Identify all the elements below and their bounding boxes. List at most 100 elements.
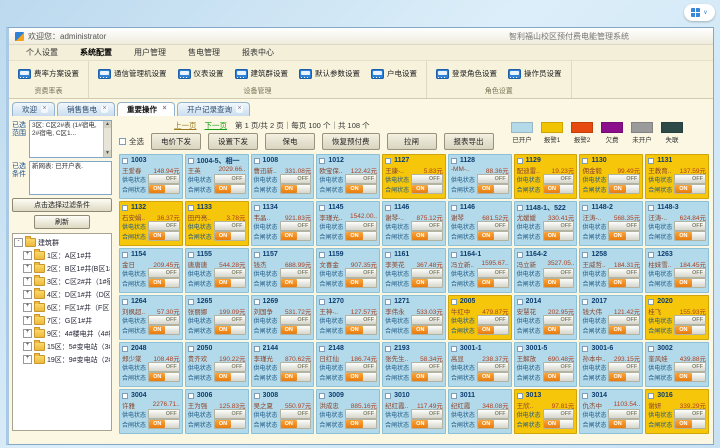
card-checkbox[interactable] <box>188 158 194 164</box>
tree-item[interactable]: +15区：5#变电站（3#变 <box>23 340 110 353</box>
switch-status-toggle[interactable]: ON <box>280 231 312 241</box>
switch-status-toggle[interactable]: ON <box>411 278 443 288</box>
card-checkbox[interactable] <box>451 393 457 399</box>
card-checkbox[interactable] <box>254 205 260 211</box>
card-checkbox[interactable] <box>188 252 194 258</box>
ribbon-button[interactable]: 户电设置 <box>371 68 417 79</box>
card-checkbox[interactable] <box>517 299 523 305</box>
menu-item[interactable]: 售电管理 <box>177 46 231 59</box>
supply-status-toggle[interactable]: OFF <box>543 362 575 372</box>
close-icon[interactable]: × <box>41 106 48 113</box>
tree-item[interactable]: +3区：C区2#井（1#宿 <box>23 275 110 288</box>
switch-status-toggle[interactable]: ON <box>280 325 312 335</box>
action-button[interactable]: 保电 <box>265 133 315 150</box>
supply-status-toggle[interactable]: OFF <box>280 221 312 231</box>
document-tab[interactable]: 欢迎× <box>12 102 55 116</box>
switch-status-toggle[interactable]: ON <box>477 231 509 241</box>
switch-status-toggle[interactable]: ON <box>477 325 509 335</box>
card-checkbox[interactable] <box>122 299 128 305</box>
expand-icon[interactable]: - <box>14 238 23 247</box>
card-checkbox[interactable] <box>517 252 523 258</box>
switch-status-toggle[interactable]: ON <box>674 325 706 335</box>
switch-status-toggle[interactable]: ON <box>674 372 706 382</box>
supply-status-toggle[interactable]: OFF <box>280 409 312 419</box>
switch-status-toggle[interactable]: ON <box>608 231 640 241</box>
card-checkbox[interactable] <box>188 393 194 399</box>
card-checkbox[interactable] <box>254 299 260 305</box>
supply-status-toggle[interactable]: OFF <box>477 174 509 184</box>
switch-status-toggle[interactable]: ON <box>411 325 443 335</box>
card-checkbox[interactable] <box>319 393 325 399</box>
action-button[interactable]: 电价下发 <box>151 133 201 150</box>
switch-status-toggle[interactable]: ON <box>411 419 443 429</box>
menu-item[interactable]: 报表中心 <box>231 46 285 59</box>
supply-status-toggle[interactable]: OFF <box>543 174 575 184</box>
document-tab[interactable]: 重要操作× <box>117 102 175 116</box>
switch-status-toggle[interactable]: ON <box>674 184 706 194</box>
card-checkbox[interactable] <box>648 346 654 352</box>
supply-status-toggle[interactable]: OFF <box>345 268 377 278</box>
supply-status-toggle[interactable]: OFF <box>543 409 575 419</box>
card-checkbox[interactable] <box>582 346 588 352</box>
scroll-down-icon[interactable]: ▼ <box>104 150 111 157</box>
switch-status-toggle[interactable]: ON <box>477 184 509 194</box>
supply-status-toggle[interactable]: OFF <box>280 362 312 372</box>
tree-item[interactable]: +7区：G区1#井 <box>23 314 110 327</box>
tree-item[interactable]: +19区：9#变电站（2# <box>23 353 110 366</box>
card-checkbox[interactable] <box>517 158 523 164</box>
switch-status-toggle[interactable]: ON <box>214 231 246 241</box>
switch-status-toggle[interactable]: ON <box>280 184 312 194</box>
supply-status-toggle[interactable]: OFF <box>148 315 180 325</box>
supply-status-toggle[interactable]: OFF <box>608 315 640 325</box>
switch-status-toggle[interactable]: ON <box>345 372 377 382</box>
ribbon-button[interactable]: 操作员设置 <box>508 68 562 79</box>
tree-item[interactable]: +6区：F区1#井（F区1# <box>23 301 110 314</box>
action-button[interactable]: 设置下发 <box>208 133 258 150</box>
supply-status-toggle[interactable]: OFF <box>280 268 312 278</box>
prev-page-link[interactable]: 上一页 <box>174 120 197 131</box>
card-checkbox[interactable] <box>517 346 523 352</box>
switch-status-toggle[interactable]: ON <box>345 419 377 429</box>
card-checkbox[interactable] <box>582 299 588 305</box>
switch-status-toggle[interactable]: ON <box>148 278 180 288</box>
supply-status-toggle[interactable]: OFF <box>477 362 509 372</box>
switch-status-toggle[interactable]: ON <box>280 372 312 382</box>
card-checkbox[interactable] <box>385 346 391 352</box>
tree-item[interactable]: -建筑群 <box>14 236 110 249</box>
choose-filter-button[interactable]: 点击选择过滤条件 <box>12 198 112 212</box>
supply-status-toggle[interactable]: OFF <box>674 221 706 231</box>
supply-status-toggle[interactable]: OFF <box>214 268 246 278</box>
switch-status-toggle[interactable]: ON <box>543 278 575 288</box>
card-checkbox[interactable] <box>254 252 260 258</box>
switch-status-toggle[interactable]: ON <box>674 231 706 241</box>
card-checkbox[interactable] <box>517 393 523 399</box>
card-checkbox[interactable] <box>122 393 128 399</box>
refresh-button[interactable]: 刷新 <box>34 215 90 229</box>
supply-status-toggle[interactable]: OFF <box>543 315 575 325</box>
supply-status-toggle[interactable]: OFF <box>674 362 706 372</box>
supply-status-toggle[interactable]: OFF <box>214 221 246 231</box>
ribbon-button[interactable]: 登录角色设置 <box>436 68 497 79</box>
card-checkbox[interactable] <box>319 299 325 305</box>
supply-status-toggle[interactable]: OFF <box>608 174 640 184</box>
menu-item[interactable]: 用户管理 <box>123 46 177 59</box>
card-checkbox[interactable] <box>188 346 194 352</box>
supply-status-toggle[interactable]: OFF <box>608 362 640 372</box>
supply-status-toggle[interactable]: OFF <box>674 409 706 419</box>
switch-status-toggle[interactable]: ON <box>674 419 706 429</box>
ribbon-button[interactable]: 费率方案设置 <box>18 68 79 79</box>
card-checkbox[interactable] <box>451 346 457 352</box>
menu-item[interactable]: 系统配置 <box>69 46 123 59</box>
switch-status-toggle[interactable]: ON <box>214 325 246 335</box>
supply-status-toggle[interactable]: OFF <box>411 409 443 419</box>
card-checkbox[interactable] <box>582 158 588 164</box>
switch-status-toggle[interactable]: ON <box>214 278 246 288</box>
switch-status-toggle[interactable]: ON <box>608 278 640 288</box>
action-button[interactable]: 拉闸 <box>387 133 437 150</box>
expand-icon[interactable]: + <box>23 342 32 351</box>
card-checkbox[interactable] <box>451 205 457 211</box>
switch-status-toggle[interactable]: ON <box>543 419 575 429</box>
card-checkbox[interactable] <box>254 346 260 352</box>
switch-status-toggle[interactable]: ON <box>148 419 180 429</box>
supply-status-toggle[interactable]: OFF <box>411 174 443 184</box>
